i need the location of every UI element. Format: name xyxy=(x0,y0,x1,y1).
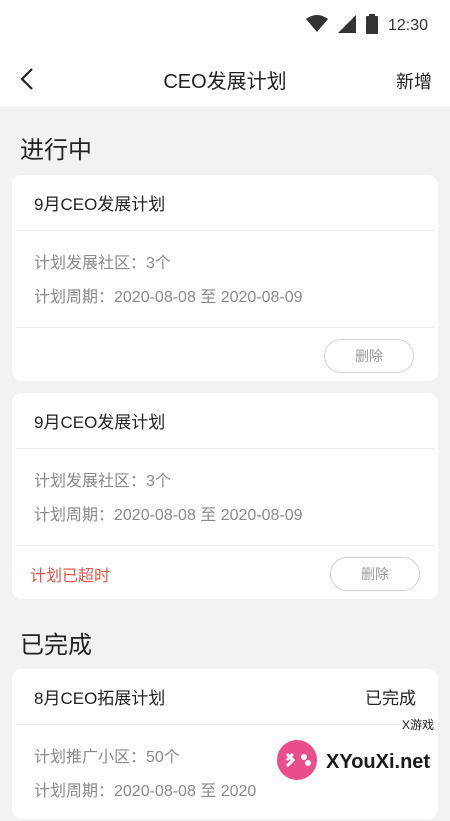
overdue-status: 计划已超时 xyxy=(30,562,110,586)
page-title: CEO发展计划 xyxy=(163,65,286,94)
watermark-text: XYouXi.net xyxy=(326,751,430,774)
card-community-count: 计划发展社区：3个 xyxy=(34,247,416,281)
card-header: 9月CEO发展计划 xyxy=(16,175,434,231)
plan-card[interactable]: 9月CEO发展计划 计划发展社区：3个 计划周期：2020-08-08 至 20… xyxy=(12,175,438,381)
card-status-badge: 已完成 xyxy=(365,684,416,709)
nav-bar: CEO发展计划 新增 xyxy=(0,52,450,106)
card-header: 8月CEO拓展计划 已完成 xyxy=(16,669,434,725)
wifi-icon xyxy=(306,15,328,38)
watermark: X游戏 XYouXi.net xyxy=(274,732,444,792)
battery-icon xyxy=(366,14,378,39)
card-title: 9月CEO发展计划 xyxy=(34,190,165,215)
card-community-count: 计划发展社区：3个 xyxy=(34,465,416,499)
card-period: 计划周期：2020-08-08 至 2020-08-09 xyxy=(34,499,416,533)
card-footer: 删除 xyxy=(12,328,438,384)
card-footer: 计划已超时 删除 xyxy=(12,546,438,602)
delete-button[interactable]: 删除 xyxy=(330,557,420,591)
back-button[interactable] xyxy=(12,64,42,94)
card-title: 8月CEO拓展计划 xyxy=(34,684,165,709)
signal-icon xyxy=(338,15,356,38)
section-title-completed: 已完成 xyxy=(20,625,92,660)
section-title-in-progress: 进行中 xyxy=(20,130,92,165)
status-time: 12:30 xyxy=(388,17,428,35)
card-period: 计划周期：2020-08-08 至 2020-08-09 xyxy=(34,281,416,315)
status-bar: 12:30 xyxy=(0,0,450,52)
watermark-small-text: X游戏 xyxy=(402,716,434,733)
card-body: 计划发展社区：3个 计划周期：2020-08-08 至 2020-08-09 xyxy=(16,449,434,546)
delete-button[interactable]: 删除 xyxy=(324,339,414,373)
add-plan-button[interactable]: 新增 xyxy=(396,68,432,94)
card-header: 9月CEO发展计划 xyxy=(16,393,434,449)
chevron-left-icon xyxy=(19,67,35,91)
card-title: 9月CEO发展计划 xyxy=(34,408,165,433)
gamepad-icon xyxy=(274,737,320,788)
plan-card[interactable]: 9月CEO发展计划 计划发展社区：3个 计划周期：2020-08-08 至 20… xyxy=(12,393,438,599)
card-body: 计划发展社区：3个 计划周期：2020-08-08 至 2020-08-09 xyxy=(16,231,434,328)
